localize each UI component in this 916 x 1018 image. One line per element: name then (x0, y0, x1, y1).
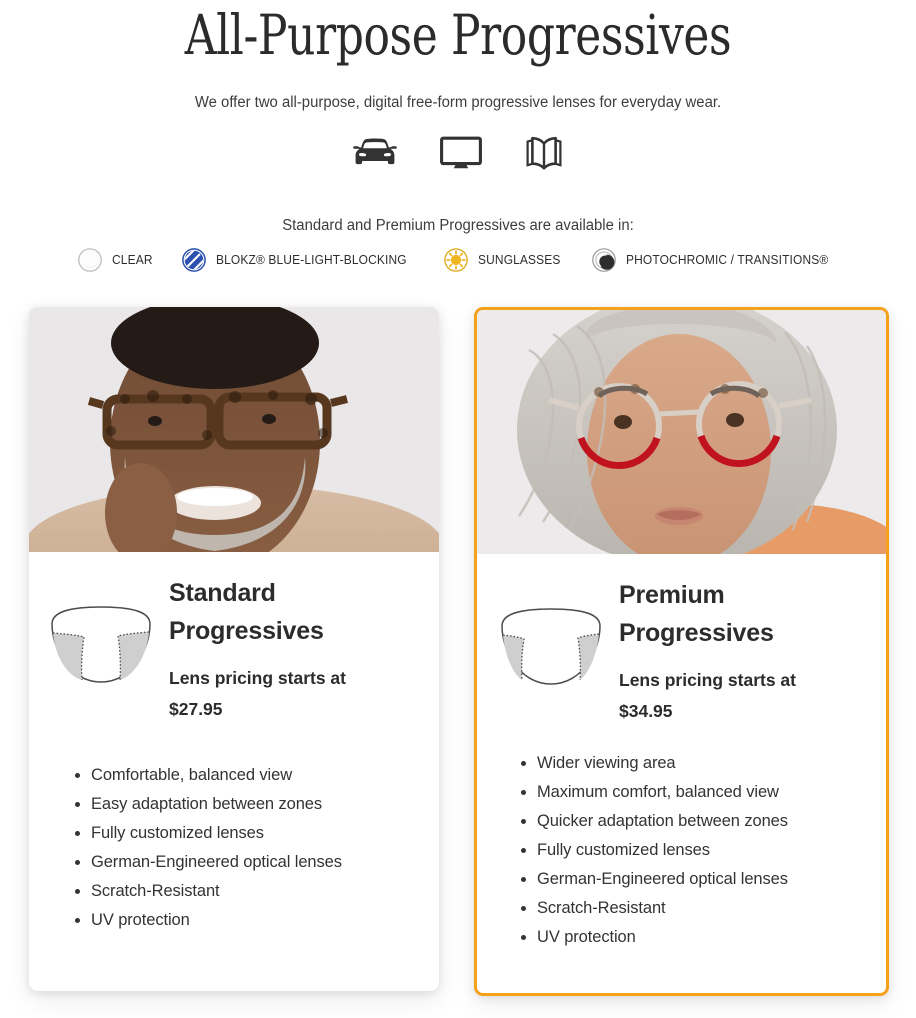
clear-lens-icon (77, 247, 103, 273)
feature-item: Quicker adaptation between zones (521, 807, 886, 836)
book-icon (524, 136, 564, 175)
photochromic-icon (591, 247, 617, 273)
price-label: Lens pricing starts at (169, 668, 346, 688)
card-header-text: Premium Progressives Lens pricing starts… (605, 576, 819, 727)
feature-item: Fully customized lenses (521, 836, 886, 865)
card-body: Premium Progressives Lens pricing starts… (477, 554, 886, 952)
card-title: Premium Progressives (619, 581, 774, 647)
card-body: Standard Progressives Lens pricing start… (29, 552, 439, 935)
feature-list: Comfortable, balanced view Easy adaptati… (29, 761, 439, 935)
blokz-blue-light-icon (181, 247, 207, 273)
product-card-premium[interactable]: Premium Progressives Lens pricing starts… (474, 307, 889, 996)
availability-options-row: CLEAR BLOKZ® BLUE-LIGHT-BLOCKING SUNGLAS… (0, 247, 916, 273)
all-purpose-progressives-page: All-Purpose Progressives We offer two al… (0, 0, 916, 1018)
price-value: $34.95 (619, 701, 673, 721)
availability-heading: Standard and Premium Progressives are av… (282, 217, 634, 234)
availability-option-sunglasses[interactable]: SUNGLASSES (443, 247, 565, 273)
price-label: Lens pricing starts at (619, 670, 796, 690)
availability-option-clear[interactable]: CLEAR (77, 247, 155, 273)
feature-item: Easy adaptation between zones (75, 790, 439, 819)
feature-item: Scratch-Resistant (75, 877, 439, 906)
page-title: All-Purpose Progressives (184, 3, 732, 67)
feature-item: German-Engineered optical lenses (75, 848, 439, 877)
monitor-icon (440, 136, 482, 175)
availability-option-photochromic[interactable]: PHOTOCHROMIC / TRANSITIONS® (591, 247, 839, 273)
product-card-standard[interactable]: Standard Progressives Lens pricing start… (29, 307, 439, 991)
feature-item: UV protection (75, 906, 439, 935)
card-header: Standard Progressives Lens pricing start… (29, 552, 439, 725)
card-price: Lens pricing starts at $27.95 (169, 663, 369, 725)
card-title: Standard Progressives (169, 579, 324, 645)
feature-list: Wider viewing area Maximum comfort, bala… (477, 749, 886, 952)
premium-lens-zones-diagram (477, 576, 605, 693)
standard-lens-zones-diagram (29, 574, 155, 691)
feature-item: UV protection (521, 923, 886, 952)
feature-item: German-Engineered optical lenses (521, 865, 886, 894)
availability-option-label: BLOKZ® BLUE-LIGHT-BLOCKING (216, 253, 407, 267)
feature-item: Scratch-Resistant (521, 894, 886, 923)
availability-option-label: CLEAR (112, 253, 153, 267)
card-header: Premium Progressives Lens pricing starts… (477, 554, 886, 727)
availability-option-label: PHOTOCHROMIC / TRANSITIONS® (625, 253, 829, 267)
price-value: $27.95 (169, 699, 223, 719)
card-header-text: Standard Progressives Lens pricing start… (155, 574, 369, 725)
feature-item: Wider viewing area (521, 749, 886, 778)
availability-option-label: SUNGLASSES (477, 253, 561, 267)
availability-option-blokz[interactable]: BLOKZ® BLUE-LIGHT-BLOCKING (181, 247, 417, 273)
sunglasses-icon (443, 247, 469, 273)
car-icon (352, 136, 398, 175)
usage-icons-row (0, 136, 916, 175)
card-price: Lens pricing starts at $34.95 (619, 665, 819, 727)
feature-item: Fully customized lenses (75, 819, 439, 848)
woman-in-red-glasses-photo (477, 310, 886, 554)
page-subtitle: We offer two all-purpose, digital free-f… (194, 94, 722, 111)
smiling-man-in-tortoise-glasses-photo (29, 307, 439, 552)
feature-item: Maximum comfort, balanced view (521, 778, 886, 807)
feature-item: Comfortable, balanced view (75, 761, 439, 790)
